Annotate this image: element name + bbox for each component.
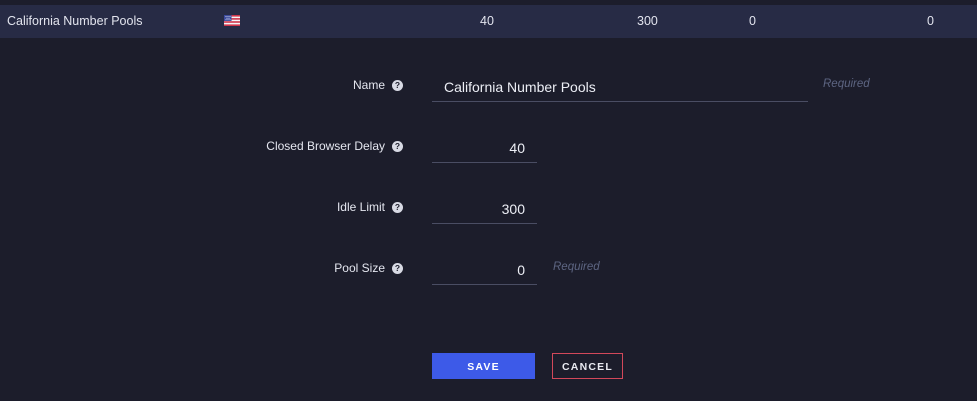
- pool-size-input[interactable]: [432, 255, 537, 285]
- row-last-value: 0: [927, 14, 934, 28]
- cancel-button[interactable]: CANCEL: [552, 353, 623, 379]
- closed-browser-delay-input[interactable]: [432, 133, 537, 163]
- table-row[interactable]: California Number Pools 40 300 0 0: [0, 5, 977, 38]
- name-required-hint: Required: [823, 78, 870, 90]
- row-idle-limit: 300: [637, 14, 658, 28]
- save-button[interactable]: SAVE: [432, 353, 535, 379]
- question-circle-icon[interactable]: ?: [392, 141, 403, 152]
- question-circle-icon[interactable]: ?: [392, 80, 403, 91]
- row-closed-browser-delay: 40: [480, 14, 494, 28]
- row-name: California Number Pools: [7, 14, 143, 28]
- closed-browser-delay-label: Closed Browser Delay: [266, 139, 385, 153]
- name-input[interactable]: [432, 72, 808, 102]
- name-label: Name: [352, 78, 385, 92]
- idle-limit-input[interactable]: [432, 194, 537, 224]
- question-circle-icon[interactable]: ?: [392, 202, 403, 213]
- idle-limit-label: Idle Limit: [336, 200, 385, 214]
- pool-size-label: Pool Size: [334, 261, 385, 275]
- pool-size-required-hint: Required: [553, 261, 600, 273]
- question-circle-icon[interactable]: ?: [392, 263, 403, 274]
- row-pool-size: 0: [749, 14, 756, 28]
- us-flag-icon: [224, 15, 240, 26]
